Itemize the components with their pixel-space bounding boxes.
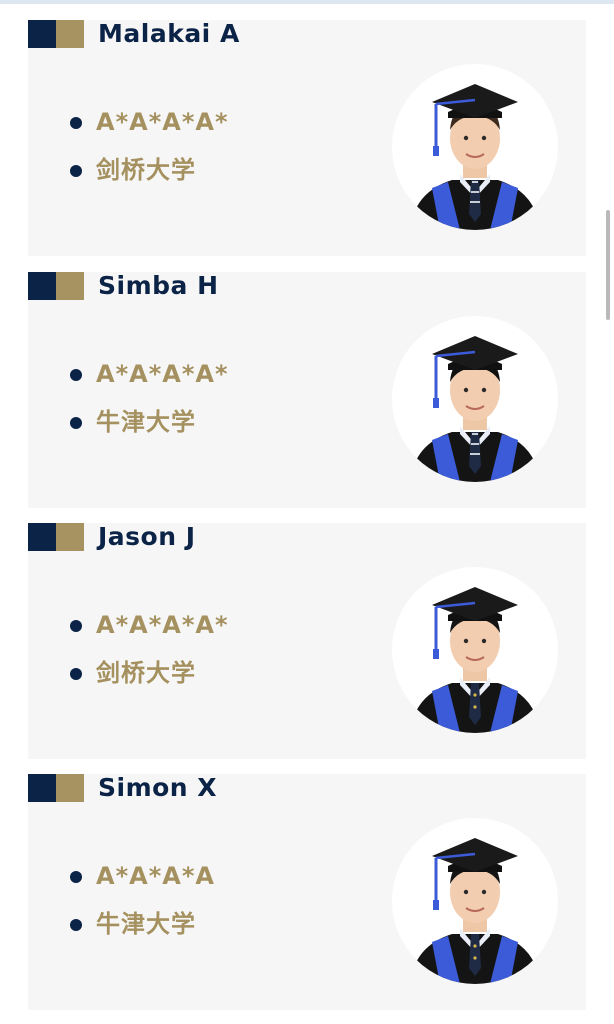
university-text: 剑桥大学	[96, 156, 196, 184]
graduate-portrait-icon	[410, 838, 540, 984]
bullet-dot-icon	[70, 668, 82, 680]
badge-icon	[28, 20, 84, 48]
bullet-dot-icon	[70, 417, 82, 429]
graduate-portrait	[392, 567, 558, 733]
graduate-portrait-icon	[410, 587, 540, 733]
university-text: 剑桥大学	[96, 659, 196, 687]
student-card[interactable]: Simba H A*A*A*A* 牛津大学	[28, 272, 586, 508]
achievement-list: A*A*A*A* 剑桥大学	[68, 106, 229, 202]
student-name: Simba H	[98, 271, 219, 300]
grade-item: A*A*A*A*	[68, 358, 229, 406]
graduate-portrait	[392, 818, 558, 984]
bullet-dot-icon	[70, 165, 82, 177]
student-name: Malakai A	[98, 19, 240, 48]
university-text: 牛津大学	[96, 910, 196, 938]
achievement-list: A*A*A*A 牛津大学	[68, 860, 215, 956]
grade-item: A*A*A*A*	[68, 609, 229, 657]
grade-text: A*A*A*A*	[96, 611, 229, 639]
grade-item: A*A*A*A*	[68, 106, 229, 154]
scrollbar[interactable]	[606, 210, 610, 320]
university-item: 牛津大学	[68, 908, 215, 956]
grade-text: A*A*A*A*	[96, 360, 229, 388]
achievement-list: A*A*A*A* 剑桥大学	[68, 609, 229, 705]
bullet-dot-icon	[70, 871, 82, 883]
badge-icon	[28, 523, 84, 551]
bullet-dot-icon	[70, 369, 82, 381]
badge-icon	[28, 272, 84, 300]
university-item: 牛津大学	[68, 406, 229, 454]
student-card[interactable]: Simon X A*A*A*A 牛津大学	[28, 774, 586, 1010]
grade-item: A*A*A*A	[68, 860, 215, 908]
graduate-portrait	[392, 64, 558, 230]
student-name: Jason J	[98, 522, 196, 551]
student-card[interactable]: Malakai A A*A*A*A* 剑桥大学	[28, 20, 586, 256]
graduate-portrait	[392, 316, 558, 482]
student-card[interactable]: Jason J A*A*A*A* 剑桥大学	[28, 523, 586, 759]
graduate-portrait-icon	[410, 84, 540, 230]
student-name: Simon X	[98, 773, 218, 802]
university-item: 剑桥大学	[68, 154, 229, 202]
grade-text: A*A*A*A*	[96, 108, 229, 136]
university-item: 剑桥大学	[68, 657, 229, 705]
bullet-dot-icon	[70, 919, 82, 931]
university-text: 牛津大学	[96, 408, 196, 436]
grade-text: A*A*A*A	[96, 862, 215, 890]
graduate-portrait-icon	[410, 336, 540, 482]
student-list: Malakai A A*A*A*A* 剑桥大学 Simba H A*A*A*A*…	[0, 0, 614, 1024]
bullet-dot-icon	[70, 620, 82, 632]
achievement-list: A*A*A*A* 牛津大学	[68, 358, 229, 454]
bullet-dot-icon	[70, 117, 82, 129]
badge-icon	[28, 774, 84, 802]
